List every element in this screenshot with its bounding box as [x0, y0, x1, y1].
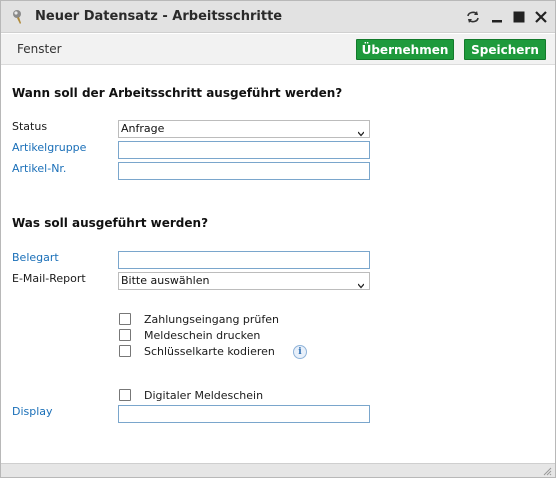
status-bar — [1, 463, 555, 477]
apply-button[interactable]: Übernehmen — [356, 39, 454, 60]
toolbar: Fenster Übernehmen Speichern — [1, 34, 555, 65]
digitaler-meldeschein-label: Digitaler Meldeschein — [144, 388, 264, 402]
meldeschein-checkbox[interactable] — [119, 329, 131, 341]
info-icon[interactable]: i — [293, 345, 307, 359]
chevron-down-icon — [357, 126, 365, 137]
title-bar[interactable]: Neuer Datensatz - Arbeitsschritte — [1, 1, 555, 33]
section-when-title: Wann soll der Arbeitsschritt ausgeführt … — [12, 86, 343, 100]
email-report-select-value: Bitte auswählen — [121, 274, 210, 287]
section-what-title: Was soll ausgeführt werden? — [12, 216, 209, 230]
app-pin-icon — [11, 9, 25, 25]
artikelgruppe-label[interactable]: Artikelgruppe — [12, 141, 86, 154]
checkbox-row-schluesselkarte[interactable]: Schlüsselkarte kodieren — [119, 344, 275, 358]
schluesselkarte-checkbox[interactable] — [119, 345, 131, 357]
checkbox-row-zahlungseingang[interactable]: Zahlungseingang prüfen — [119, 312, 279, 326]
artikelnr-label[interactable]: Artikel-Nr. — [12, 162, 66, 175]
restore-arrows-icon[interactable] — [464, 8, 482, 26]
save-button[interactable]: Speichern — [464, 39, 546, 60]
chevron-down-icon — [357, 278, 365, 289]
email-report-label: E-Mail-Report — [12, 272, 86, 285]
checkbox-row-digital[interactable]: Digitaler Meldeschein — [119, 388, 263, 402]
checkbox-row-meldeschein[interactable]: Meldeschein drucken — [119, 328, 260, 342]
belegart-label[interactable]: Belegart — [12, 251, 59, 264]
maximize-icon[interactable] — [510, 8, 528, 26]
resize-grip-icon[interactable] — [543, 466, 552, 476]
email-report-select[interactable]: Bitte auswählen — [118, 272, 370, 290]
zahlungseingang-checkbox[interactable] — [119, 313, 131, 325]
window-title: Neuer Datensatz - Arbeitsschritte — [35, 9, 283, 24]
digitaler-meldeschein-checkbox[interactable] — [119, 389, 131, 401]
status-select[interactable]: Anfrage — [118, 120, 370, 138]
schluesselkarte-label: Schlüsselkarte kodieren — [144, 344, 275, 358]
display-input[interactable] — [118, 405, 370, 423]
status-select-value: Anfrage — [121, 122, 165, 135]
meldeschein-label: Meldeschein drucken — [144, 328, 261, 342]
close-icon[interactable] — [532, 8, 550, 26]
status-label: Status — [12, 120, 48, 133]
dialog-window: Neuer Datensatz - Arbeitsschritte Fenste… — [0, 0, 556, 478]
artikelgruppe-input[interactable] — [118, 141, 370, 159]
minimize-icon[interactable] — [488, 8, 506, 26]
display-label[interactable]: Display — [12, 405, 53, 418]
artikelnr-input[interactable] — [118, 162, 370, 180]
belegart-input[interactable] — [118, 251, 370, 269]
zahlungseingang-label: Zahlungseingang prüfen — [144, 312, 280, 326]
menu-fenster[interactable]: Fenster — [17, 42, 62, 56]
